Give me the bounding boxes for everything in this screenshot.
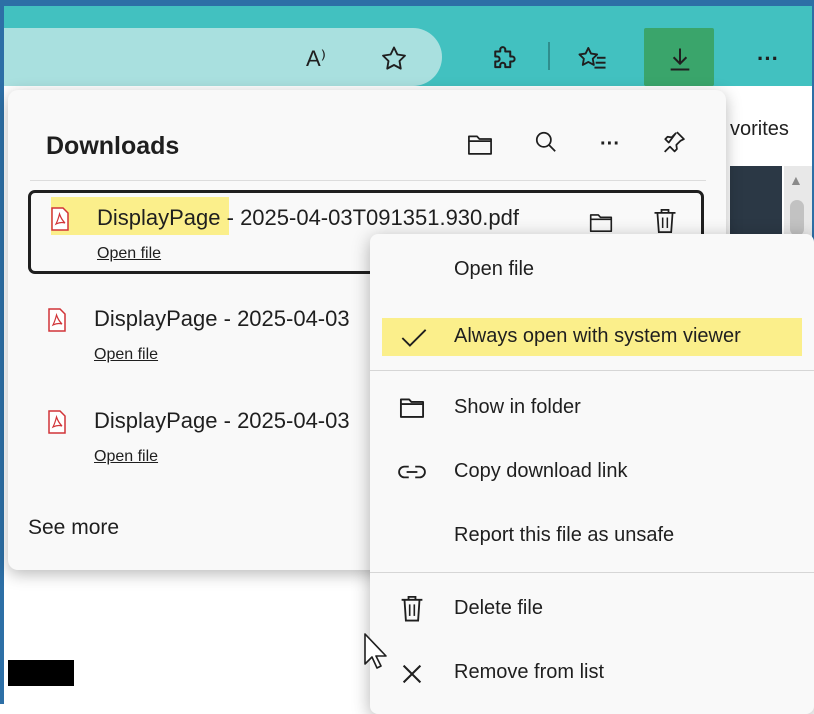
read-aloud-icon[interactable]: A⁾	[296, 44, 336, 74]
favorite-star-icon[interactable]	[376, 42, 412, 76]
scrollbar-thumb[interactable]	[790, 200, 804, 236]
search-icon[interactable]	[526, 122, 566, 162]
menu-item-copy-download-link[interactable]: Copy download link	[370, 444, 814, 500]
more-glyph: ···	[757, 46, 779, 71]
checkmark-icon	[396, 323, 432, 353]
download-filename: DisplayPage - 2025-04-03	[94, 408, 350, 433]
menu-item-label: Copy download link	[454, 460, 628, 482]
open-file-link[interactable]: Open file	[94, 346, 158, 364]
close-icon	[396, 659, 428, 689]
open-file-link[interactable]: Open file	[97, 245, 161, 263]
menu-item-report-unsafe[interactable]: Report this file as unsafe	[370, 508, 814, 564]
favorites-bar-text[interactable]: vorites	[730, 118, 789, 141]
trash-icon	[396, 593, 428, 625]
menu-item-label: Open file	[454, 258, 535, 280]
pin-icon[interactable]	[654, 122, 694, 162]
redacted-block	[8, 660, 74, 686]
link-icon	[396, 458, 428, 486]
menu-item-label: Remove from list	[454, 661, 605, 683]
folder-icon[interactable]	[460, 124, 500, 164]
pdf-file-icon	[51, 207, 69, 231]
downloads-icon[interactable]	[660, 40, 700, 78]
folder-icon	[396, 392, 428, 422]
downloads-more-icon[interactable]: ···	[590, 124, 630, 164]
menu-item-show-in-folder[interactable]: Show in folder	[370, 380, 814, 436]
see-more-link[interactable]: See more	[28, 516, 119, 540]
page-dark-strip	[730, 166, 782, 238]
menu-item-label: Always open with system viewer	[454, 325, 741, 347]
read-aloud-glyph: A⁾	[305, 46, 327, 71]
mouse-cursor-icon	[364, 633, 387, 669]
open-file-link[interactable]: Open file	[94, 448, 158, 466]
menu-item-open-file[interactable]: Open file	[370, 242, 814, 298]
downloads-title: Downloads	[46, 132, 180, 160]
menu-item-label: Report this file as unsafe	[454, 524, 675, 546]
download-filename: DisplayPage - 2025-04-03T091351.930.pdf	[97, 205, 519, 230]
pdf-file-icon	[48, 410, 66, 434]
menu-divider	[370, 572, 814, 573]
menu-item-delete-file[interactable]: Delete file	[370, 581, 814, 637]
context-menu: Open file Always open with system viewer…	[370, 234, 814, 714]
menu-item-label: Show in folder	[454, 396, 581, 418]
extensions-icon[interactable]	[484, 40, 524, 78]
menu-divider	[370, 370, 814, 371]
menu-item-always-open-system-viewer[interactable]: Always open with system viewer	[370, 309, 814, 365]
favorites-icon[interactable]	[572, 40, 612, 78]
menu-item-label: Delete file	[454, 597, 543, 619]
downloads-more-glyph: ···	[600, 132, 620, 155]
menu-item-remove-from-list[interactable]: Remove from list	[370, 645, 814, 701]
more-icon[interactable]: ···	[748, 44, 788, 74]
pdf-file-icon	[48, 308, 66, 332]
panel-divider	[30, 180, 706, 181]
toolbar-divider	[548, 42, 550, 70]
download-filename: DisplayPage - 2025-04-03	[94, 306, 350, 331]
scroll-up-arrow-icon[interactable]: ▲	[789, 172, 803, 188]
